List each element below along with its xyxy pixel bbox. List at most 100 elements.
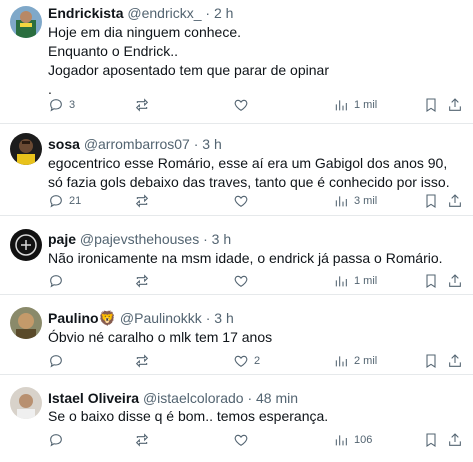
share-button[interactable] bbox=[447, 95, 463, 115]
retweet-button[interactable] bbox=[134, 191, 155, 211]
reply-icon bbox=[50, 195, 62, 208]
bookmark-button[interactable] bbox=[423, 271, 439, 291]
heart-icon bbox=[234, 434, 248, 446]
reply-count: 3 bbox=[69, 99, 76, 111]
tweet-text: Se o baixo disse q é bom.. temos esperan… bbox=[48, 407, 463, 426]
like-button[interactable] bbox=[233, 95, 254, 115]
user-handle[interactable]: @istaelcolorado bbox=[143, 390, 244, 406]
reply-button[interactable]: 21 bbox=[48, 191, 81, 211]
reply-icon bbox=[50, 99, 62, 112]
heart-icon bbox=[234, 195, 248, 207]
bookmark-icon bbox=[426, 433, 436, 447]
heart-icon bbox=[234, 99, 248, 111]
avatar[interactable] bbox=[10, 387, 42, 419]
share-icon bbox=[449, 194, 461, 207]
separator: · bbox=[193, 136, 199, 152]
views-count: 106 bbox=[354, 434, 373, 446]
tweet-line: Se o baixo disse q é bom.. temos esperan… bbox=[48, 408, 329, 424]
reply-count: 21 bbox=[69, 195, 82, 207]
avatar[interactable] bbox=[10, 229, 42, 261]
user-handle[interactable]: @Paulinokkk bbox=[120, 310, 202, 326]
bookmark-button[interactable] bbox=[423, 430, 439, 450]
views-chart-icon bbox=[335, 276, 347, 287]
heart-icon bbox=[234, 275, 248, 287]
user-handle[interactable]: @endrickx_ bbox=[127, 5, 201, 21]
share-button[interactable] bbox=[447, 271, 463, 291]
views-button[interactable]: 2 mil bbox=[333, 351, 377, 371]
reply-button[interactable] bbox=[48, 351, 69, 371]
display-name[interactable]: Paulino bbox=[48, 310, 99, 326]
reply-button[interactable] bbox=[48, 271, 69, 291]
user-handle[interactable]: @pajevsthehouses bbox=[80, 231, 199, 247]
tweet-line: Óbvio né caralho o mlk tem 17 anos bbox=[48, 329, 273, 345]
share-icon bbox=[449, 274, 461, 287]
retweet-icon bbox=[135, 194, 149, 208]
like-button[interactable] bbox=[233, 191, 254, 211]
tweet-header: sosa @arrombarros07 · 3 h bbox=[48, 135, 222, 153]
avatar[interactable] bbox=[10, 133, 42, 165]
like-button[interactable] bbox=[233, 430, 254, 450]
like-count: 2 bbox=[254, 355, 261, 367]
reply-button[interactable] bbox=[48, 430, 69, 450]
timestamp[interactable]: 3 h bbox=[202, 136, 221, 152]
like-button[interactable] bbox=[233, 271, 254, 291]
bookmark-button[interactable] bbox=[423, 351, 439, 371]
share-button[interactable] bbox=[447, 191, 463, 211]
share-button[interactable] bbox=[447, 351, 463, 371]
display-name[interactable]: sosa bbox=[48, 136, 80, 152]
timestamp[interactable]: 48 min bbox=[256, 390, 298, 406]
bookmark-icon bbox=[426, 194, 436, 208]
timestamp[interactable]: 2 h bbox=[214, 5, 233, 21]
tweet[interactable]: Endrickista @endrickx_ · 2 h Hoje em dia… bbox=[0, 0, 473, 124]
tweet-text: Óbvio né caralho o mlk tem 17 anos bbox=[48, 328, 463, 347]
views-button[interactable]: 1 mil bbox=[333, 271, 377, 291]
reply-feed: Endrickista @endrickx_ · 2 h Hoje em dia… bbox=[0, 0, 473, 462]
reply-button[interactable]: 3 bbox=[48, 95, 75, 115]
share-button[interactable] bbox=[447, 430, 463, 450]
retweet-button[interactable] bbox=[134, 271, 155, 291]
views-chart-icon bbox=[335, 356, 347, 367]
retweet-button[interactable] bbox=[134, 95, 155, 115]
tweet-line: Não ironicamente na msm idade, o endrick… bbox=[48, 250, 443, 266]
tweet-text: Hoje em dia ninguem conhece. Enquanto o … bbox=[48, 23, 463, 99]
views-button[interactable]: 3 mil bbox=[333, 191, 377, 211]
views-count: 1 mil bbox=[354, 275, 378, 287]
views-button[interactable]: 106 bbox=[333, 430, 372, 450]
views-chart-icon bbox=[335, 196, 347, 207]
bookmark-icon bbox=[426, 274, 436, 288]
like-button[interactable]: 2 bbox=[233, 351, 260, 371]
share-icon bbox=[449, 98, 461, 111]
bookmark-button[interactable] bbox=[423, 191, 439, 211]
action-bar: 2 2 mil bbox=[48, 351, 463, 371]
user-handle[interactable]: @arrombarros07 bbox=[84, 136, 190, 152]
views-button[interactable]: 1 mil bbox=[333, 95, 377, 115]
retweet-button[interactable] bbox=[134, 351, 155, 371]
avatar[interactable] bbox=[10, 307, 42, 339]
views-count: 3 mil bbox=[354, 195, 378, 207]
bookmark-button[interactable] bbox=[423, 95, 439, 115]
separator: · bbox=[205, 310, 211, 326]
tweet-text: egocentrico esse Romário, esse aí era um… bbox=[48, 154, 463, 192]
tweet-header: Paulino🦁 @Paulinokkk · 3 h bbox=[48, 309, 234, 327]
avatar[interactable] bbox=[10, 6, 42, 38]
timestamp[interactable]: 3 h bbox=[212, 231, 231, 247]
tweet-header: Istael Oliveira @istaelcolorado · 48 min bbox=[48, 389, 298, 407]
reply-icon bbox=[50, 275, 62, 288]
display-name[interactable]: Istael Oliveira bbox=[48, 390, 139, 406]
tweet-header: Endrickista @endrickx_ · 2 h bbox=[48, 4, 233, 22]
tweet-header: paje @pajevsthehouses · 3 h bbox=[48, 230, 231, 248]
heart-icon bbox=[234, 355, 248, 367]
display-name[interactable]: paje bbox=[48, 231, 76, 247]
tweet[interactable]: sosa @arrombarros07 · 3 h egocentrico es… bbox=[0, 124, 473, 216]
timestamp[interactable]: 3 h bbox=[214, 310, 233, 326]
retweet-button[interactable] bbox=[134, 430, 155, 450]
retweet-icon bbox=[135, 354, 149, 368]
tweet[interactable]: paje @pajevsthehouses · 3 h Não ironicam… bbox=[0, 216, 473, 295]
action-bar: 1 mil bbox=[48, 271, 463, 291]
reply-icon bbox=[50, 434, 62, 447]
share-icon bbox=[449, 354, 461, 367]
tweet[interactable]: Istael Oliveira @istaelcolorado · 48 min… bbox=[0, 375, 473, 462]
lion-emoji-icon: 🦁 bbox=[98, 310, 116, 326]
tweet[interactable]: Paulino🦁 @Paulinokkk · 3 h Óbvio né cara… bbox=[0, 295, 473, 375]
display-name[interactable]: Endrickista bbox=[48, 5, 123, 21]
